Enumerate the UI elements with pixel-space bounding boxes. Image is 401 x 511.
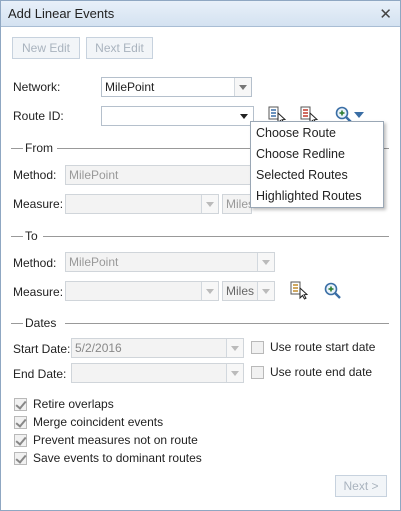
- chevron-down-icon[interactable]: [257, 282, 274, 300]
- zoom-menu-chevron-down-icon[interactable]: [353, 109, 365, 121]
- to-method-label: Method:: [13, 256, 57, 270]
- to-measure-label: Measure:: [13, 285, 64, 299]
- from-measure-label: Measure:: [13, 197, 64, 211]
- network-label: Network:: [13, 80, 61, 94]
- prevent-measures-not-on-route-label: Prevent measures not on route: [33, 433, 198, 447]
- menu-item-highlighted-routes[interactable]: Highlighted Routes: [251, 186, 383, 207]
- add-linear-events-dialog: Add Linear Events ✕ New Edit Next Edit N…: [0, 0, 401, 511]
- network-value: MilePoint: [105, 80, 155, 94]
- menu-item-choose-redline[interactable]: Choose Redline: [251, 144, 383, 165]
- end-date-label: End Date:: [13, 367, 67, 381]
- from-units-value: Miles: [226, 197, 252, 211]
- start-date-label: Start Date:: [13, 342, 71, 356]
- next-edit-button[interactable]: Next Edit: [86, 37, 153, 59]
- from-method-value: MilePoint: [69, 168, 119, 182]
- merge-coincident-events-checkbox[interactable]: [14, 416, 27, 429]
- new-edit-button[interactable]: New Edit: [12, 37, 80, 59]
- use-route-end-date-checkbox[interactable]: [251, 366, 264, 379]
- to-measure-select[interactable]: [65, 281, 219, 301]
- to-zoom-icon[interactable]: [323, 281, 343, 301]
- chevron-down-icon[interactable]: [226, 364, 243, 382]
- to-section-header: To: [11, 229, 389, 244]
- from-measure-select[interactable]: [65, 194, 219, 214]
- use-route-end-date-label: Use route end date: [270, 365, 373, 379]
- retire-overlaps-label: Retire overlaps: [33, 397, 114, 411]
- start-date-value: 5/2/2016: [75, 341, 122, 355]
- use-route-start-date-checkbox[interactable]: [251, 341, 264, 354]
- chevron-down-icon[interactable]: [226, 339, 243, 357]
- to-select-from-map-icon[interactable]: [289, 280, 309, 300]
- to-units-value: Miles: [226, 284, 255, 298]
- menu-item-choose-route[interactable]: Choose Route: [251, 123, 383, 144]
- route-selection-menu: Choose Route Choose Redline Selected Rou…: [250, 121, 384, 208]
- route-id-select[interactable]: [101, 106, 254, 126]
- from-units-select[interactable]: Miles: [222, 194, 252, 214]
- to-section-title: To: [25, 229, 42, 243]
- chevron-down-icon[interactable]: [234, 78, 251, 96]
- save-events-to-dominant-routes-label: Save events to dominant routes: [33, 451, 202, 465]
- dialog-title: Add Linear Events: [8, 6, 115, 21]
- use-route-start-date-label: Use route start date: [270, 340, 376, 354]
- dates-section-header: Dates: [11, 316, 389, 331]
- merge-coincident-events-label: Merge coincident events: [33, 415, 164, 429]
- route-id-label: Route ID:: [13, 109, 64, 123]
- chevron-down-icon[interactable]: [201, 282, 218, 300]
- to-method-value: MilePoint: [69, 255, 119, 269]
- prevent-measures-not-on-route-checkbox[interactable]: [14, 434, 27, 447]
- network-select[interactable]: MilePoint: [101, 77, 252, 97]
- from-method-select[interactable]: MilePoint: [65, 165, 251, 185]
- chevron-down-icon[interactable]: [257, 253, 274, 271]
- from-method-label: Method:: [13, 168, 57, 182]
- retire-overlaps-checkbox[interactable]: [14, 398, 27, 411]
- end-date-picker[interactable]: [71, 363, 244, 383]
- next-button[interactable]: Next >: [335, 475, 387, 497]
- dates-section-title: Dates: [25, 316, 61, 330]
- to-units-select[interactable]: Miles: [222, 281, 275, 301]
- close-icon[interactable]: ✕: [379, 5, 392, 23]
- to-method-select[interactable]: MilePoint: [65, 252, 275, 272]
- title-bar[interactable]: Add Linear Events ✕: [1, 1, 400, 27]
- save-events-to-dominant-routes-checkbox[interactable]: [14, 452, 27, 465]
- chevron-down-icon[interactable]: [201, 195, 218, 213]
- start-date-picker[interactable]: 5/2/2016: [71, 338, 244, 358]
- from-section-title: From: [25, 141, 57, 155]
- menu-item-selected-routes[interactable]: Selected Routes: [251, 165, 383, 186]
